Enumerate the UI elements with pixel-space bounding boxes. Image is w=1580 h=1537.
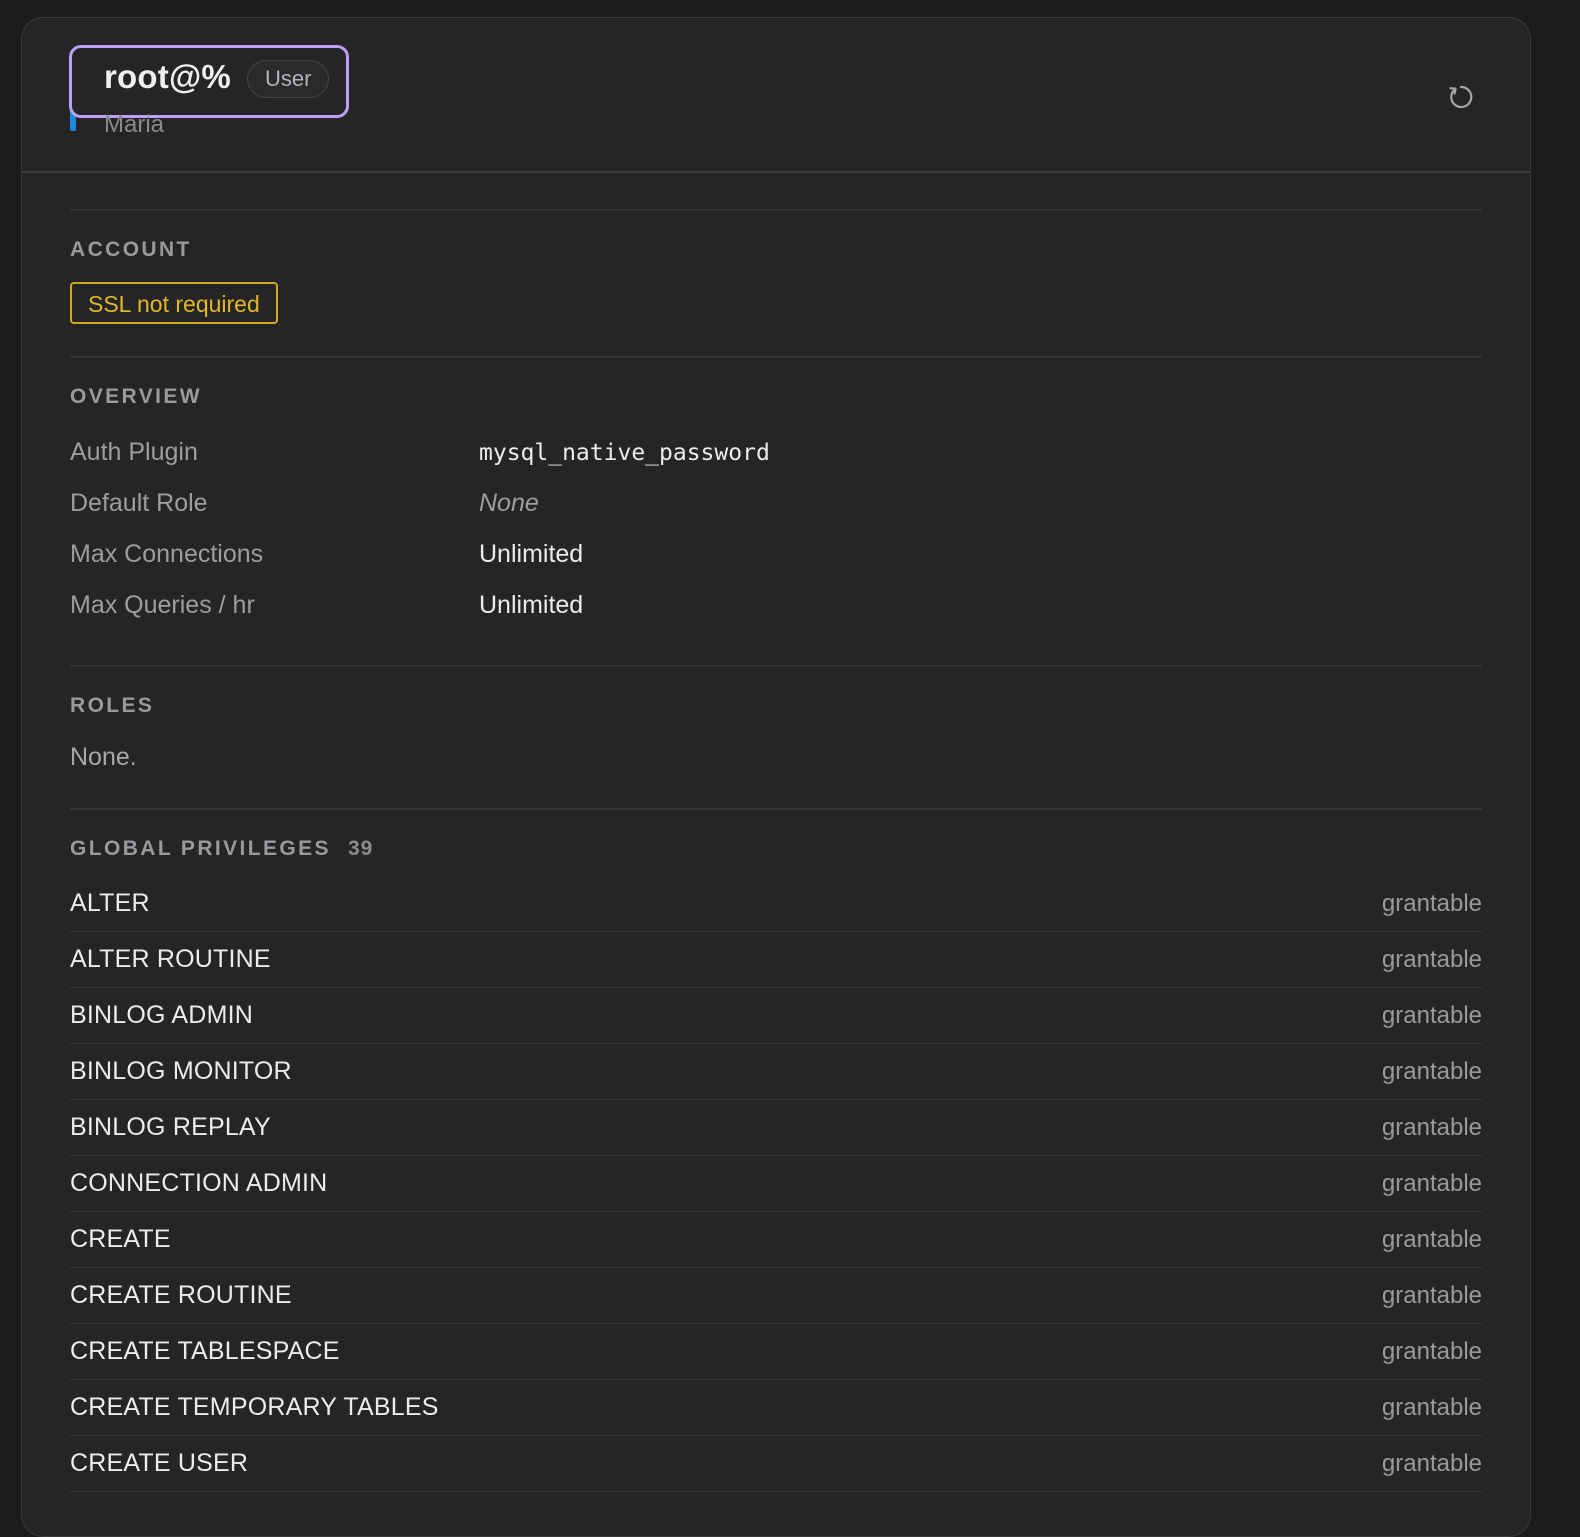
overview-key: Auth Plugin (70, 438, 198, 466)
panel-content: ACCOUNT SSL not required OVERVIEW Auth P… (22, 173, 1530, 1492)
overview-row-auth-plugin: Auth Plugin mysql_native_password (70, 427, 1482, 478)
privilege-name: BINLOG REPLAY (70, 1113, 271, 1141)
privilege-grantable: grantable (1381, 1113, 1482, 1141)
privilege-row: BINLOG REPLAY grantable (70, 1100, 1482, 1156)
privilege-name: BINLOG ADMIN (70, 1001, 253, 1029)
privilege-grantable: grantable (1381, 1169, 1482, 1197)
privilege-name: CREATE ROUTINE (70, 1281, 292, 1309)
overview-value: mysql_native_password (479, 439, 770, 466)
user-detail-panel: root@% User Maria ACCOUNT SSL not requir… (21, 17, 1531, 1537)
privileges-title: GLOBAL PRIVILEGES (70, 837, 331, 860)
panel-header: root@% User Maria (22, 18, 1530, 173)
privilege-row: BINLOG MONITOR grantable (70, 1044, 1482, 1100)
privileges-list: ALTER grantable ALTER ROUTINE grantable … (70, 876, 1482, 1492)
page-subtitle: Maria (104, 111, 165, 138)
ssl-status-badge: SSL not required (70, 282, 278, 324)
privilege-name: CREATE USER (70, 1449, 249, 1477)
account-section: ACCOUNT SSL not required (70, 209, 1482, 356)
roles-empty-text: None. (70, 743, 137, 771)
privilege-name: CREATE TEMPORARY TABLES (70, 1393, 439, 1421)
overview-section: OVERVIEW Auth Plugin mysql_native_passwo… (70, 356, 1482, 631)
section-title-account: ACCOUNT (70, 238, 192, 261)
privilege-name: ALTER (70, 889, 150, 917)
privilege-row: CREATE grantable (70, 1212, 1482, 1268)
privileges-count: 39 (347, 837, 374, 860)
overview-key: Default Role (70, 489, 208, 517)
privilege-grantable: grantable (1381, 945, 1482, 973)
privilege-row: CREATE USER grantable (70, 1436, 1482, 1492)
section-title-privileges: GLOBAL PRIVILEGES 39 (70, 836, 1482, 862)
privilege-grantable: grantable (1381, 1337, 1482, 1365)
page-title: root@% (104, 58, 231, 95)
privilege-grantable: grantable (1381, 1281, 1482, 1309)
privilege-grantable: grantable (1381, 889, 1482, 917)
privilege-row: ALTER grantable (70, 876, 1482, 932)
privilege-row: CREATE TABLESPACE grantable (70, 1324, 1482, 1380)
overview-row-max-queries: Max Queries / hr Unlimited (70, 580, 1482, 631)
privilege-grantable: grantable (1381, 1449, 1482, 1477)
privilege-grantable: grantable (1381, 1225, 1482, 1253)
privilege-row: CREATE ROUTINE grantable (70, 1268, 1482, 1324)
privilege-name: CONNECTION ADMIN (70, 1169, 328, 1197)
overview-row-default-role: Default Role None (70, 478, 1482, 529)
overview-value: Unlimited (479, 540, 584, 568)
privilege-grantable: grantable (1381, 1001, 1482, 1029)
privilege-row: ALTER ROUTINE grantable (70, 932, 1482, 988)
overview-key: Max Connections (70, 540, 264, 568)
privilege-grantable: grantable (1381, 1057, 1482, 1085)
privilege-grantable: grantable (1381, 1393, 1482, 1421)
privileges-section: GLOBAL PRIVILEGES 39 ALTER grantable ALT… (70, 808, 1482, 1492)
section-title-roles: ROLES (70, 694, 155, 717)
refresh-icon (1446, 82, 1476, 117)
privilege-row: CREATE TEMPORARY TABLES grantable (70, 1380, 1482, 1436)
overview-value: Unlimited (479, 591, 584, 619)
privilege-name: ALTER ROUTINE (70, 945, 271, 973)
privilege-name: CREATE (70, 1225, 171, 1253)
privilege-row: CONNECTION ADMIN grantable (70, 1156, 1482, 1212)
overview-list: Auth Plugin mysql_native_password Defaul… (70, 427, 1482, 631)
kind-badge: User (247, 60, 330, 98)
section-title-overview: OVERVIEW (70, 385, 203, 408)
privilege-row: BINLOG ADMIN grantable (70, 988, 1482, 1044)
refresh-button[interactable] (1440, 78, 1482, 120)
overview-key: Max Queries / hr (70, 591, 255, 619)
privilege-name: CREATE TABLESPACE (70, 1337, 340, 1365)
overview-value: None (479, 489, 539, 517)
overview-row-max-connections: Max Connections Unlimited (70, 529, 1482, 580)
roles-section: ROLES None. (70, 665, 1482, 772)
privilege-name: BINLOG MONITOR (70, 1057, 292, 1085)
